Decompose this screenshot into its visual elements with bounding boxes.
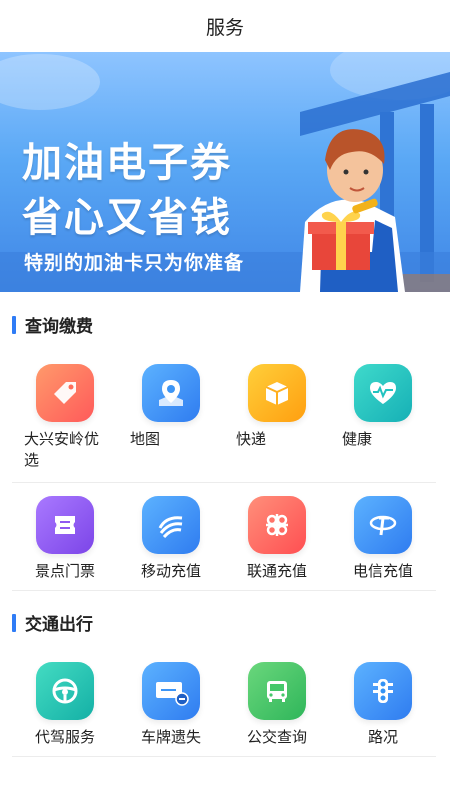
top-bar: 服务 <box>0 0 450 52</box>
section-accent-bar <box>12 613 16 632</box>
banner-headline-line2: 省心又省钱 <box>22 195 232 241</box>
service-item-express[interactable]: 快递 <box>224 364 330 471</box>
map-icon <box>142 364 200 422</box>
divider <box>12 590 436 591</box>
service-label: 公交查询 <box>246 728 307 746</box>
service-item-unicom-recharge[interactable]: 联通充值 <box>224 496 330 582</box>
service-item-traffic[interactable]: 路况 <box>330 662 436 748</box>
service-label: 健康 <box>342 430 373 448</box>
service-label: 联通充值 <box>246 562 307 580</box>
service-item-tickets[interactable]: 景点门票 <box>12 496 118 582</box>
service-item-telecom-recharge[interactable]: 电信充值 <box>330 496 436 582</box>
section-header-query-pay: 查询缴费 <box>12 312 93 337</box>
steering-wheel-icon <box>36 662 94 720</box>
service-label: 移动充值 <box>140 562 201 580</box>
china-mobile-icon <box>142 496 200 554</box>
service-item-map[interactable]: 地图 <box>118 364 224 471</box>
service-item-lost-plate[interactable]: 车牌遗失 <box>118 662 224 748</box>
section-accent-bar <box>12 315 16 334</box>
section-title: 查询缴费 <box>25 317 93 337</box>
service-label: 快递 <box>236 430 267 448</box>
banner-subtitle: 特别的加油卡只为你准备 <box>24 252 245 274</box>
service-item-health[interactable]: 健康 <box>330 364 436 471</box>
service-grid-row: 代驾服务 车牌遗失 公交查询 路况 <box>12 662 436 748</box>
bus-icon <box>248 662 306 720</box>
service-label: 大兴安岭优选 <box>24 430 100 469</box>
section-header-transport: 交通出行 <box>12 610 93 635</box>
divider <box>12 756 436 757</box>
heart-pulse-icon <box>354 364 412 422</box>
tag-icon <box>36 364 94 422</box>
promo-banner[interactable]: 加油电子券 省心又省钱 特别的加油卡只为你准备 <box>0 52 450 292</box>
divider <box>12 482 436 483</box>
service-grid-row: 景点门票 移动充值 联通充值 电信充值 <box>12 496 436 582</box>
service-label: 地图 <box>130 430 161 448</box>
banner-headline-line1: 加油电子券 <box>22 140 232 186</box>
china-unicom-icon <box>248 496 306 554</box>
service-item-mobile-recharge[interactable]: 移动充值 <box>118 496 224 582</box>
service-item-bus-query[interactable]: 公交查询 <box>224 662 330 748</box>
service-label: 路况 <box>367 728 398 746</box>
service-label: 电信充值 <box>352 562 413 580</box>
page-title: 服务 <box>205 16 244 39</box>
service-label: 车牌遗失 <box>140 728 201 746</box>
service-item-daxinganling[interactable]: 大兴安岭优选 <box>12 364 118 471</box>
traffic-light-icon <box>354 662 412 720</box>
license-plate-icon <box>142 662 200 720</box>
service-grid-row: 大兴安岭优选 地图 快递 健康 <box>12 364 436 471</box>
service-item-designated-driver[interactable]: 代驾服务 <box>12 662 118 748</box>
ticket-icon <box>36 496 94 554</box>
package-icon <box>248 364 306 422</box>
section-title: 交通出行 <box>25 615 93 635</box>
service-label: 代驾服务 <box>34 728 95 746</box>
service-label: 景点门票 <box>34 562 95 580</box>
china-telecom-icon <box>354 496 412 554</box>
